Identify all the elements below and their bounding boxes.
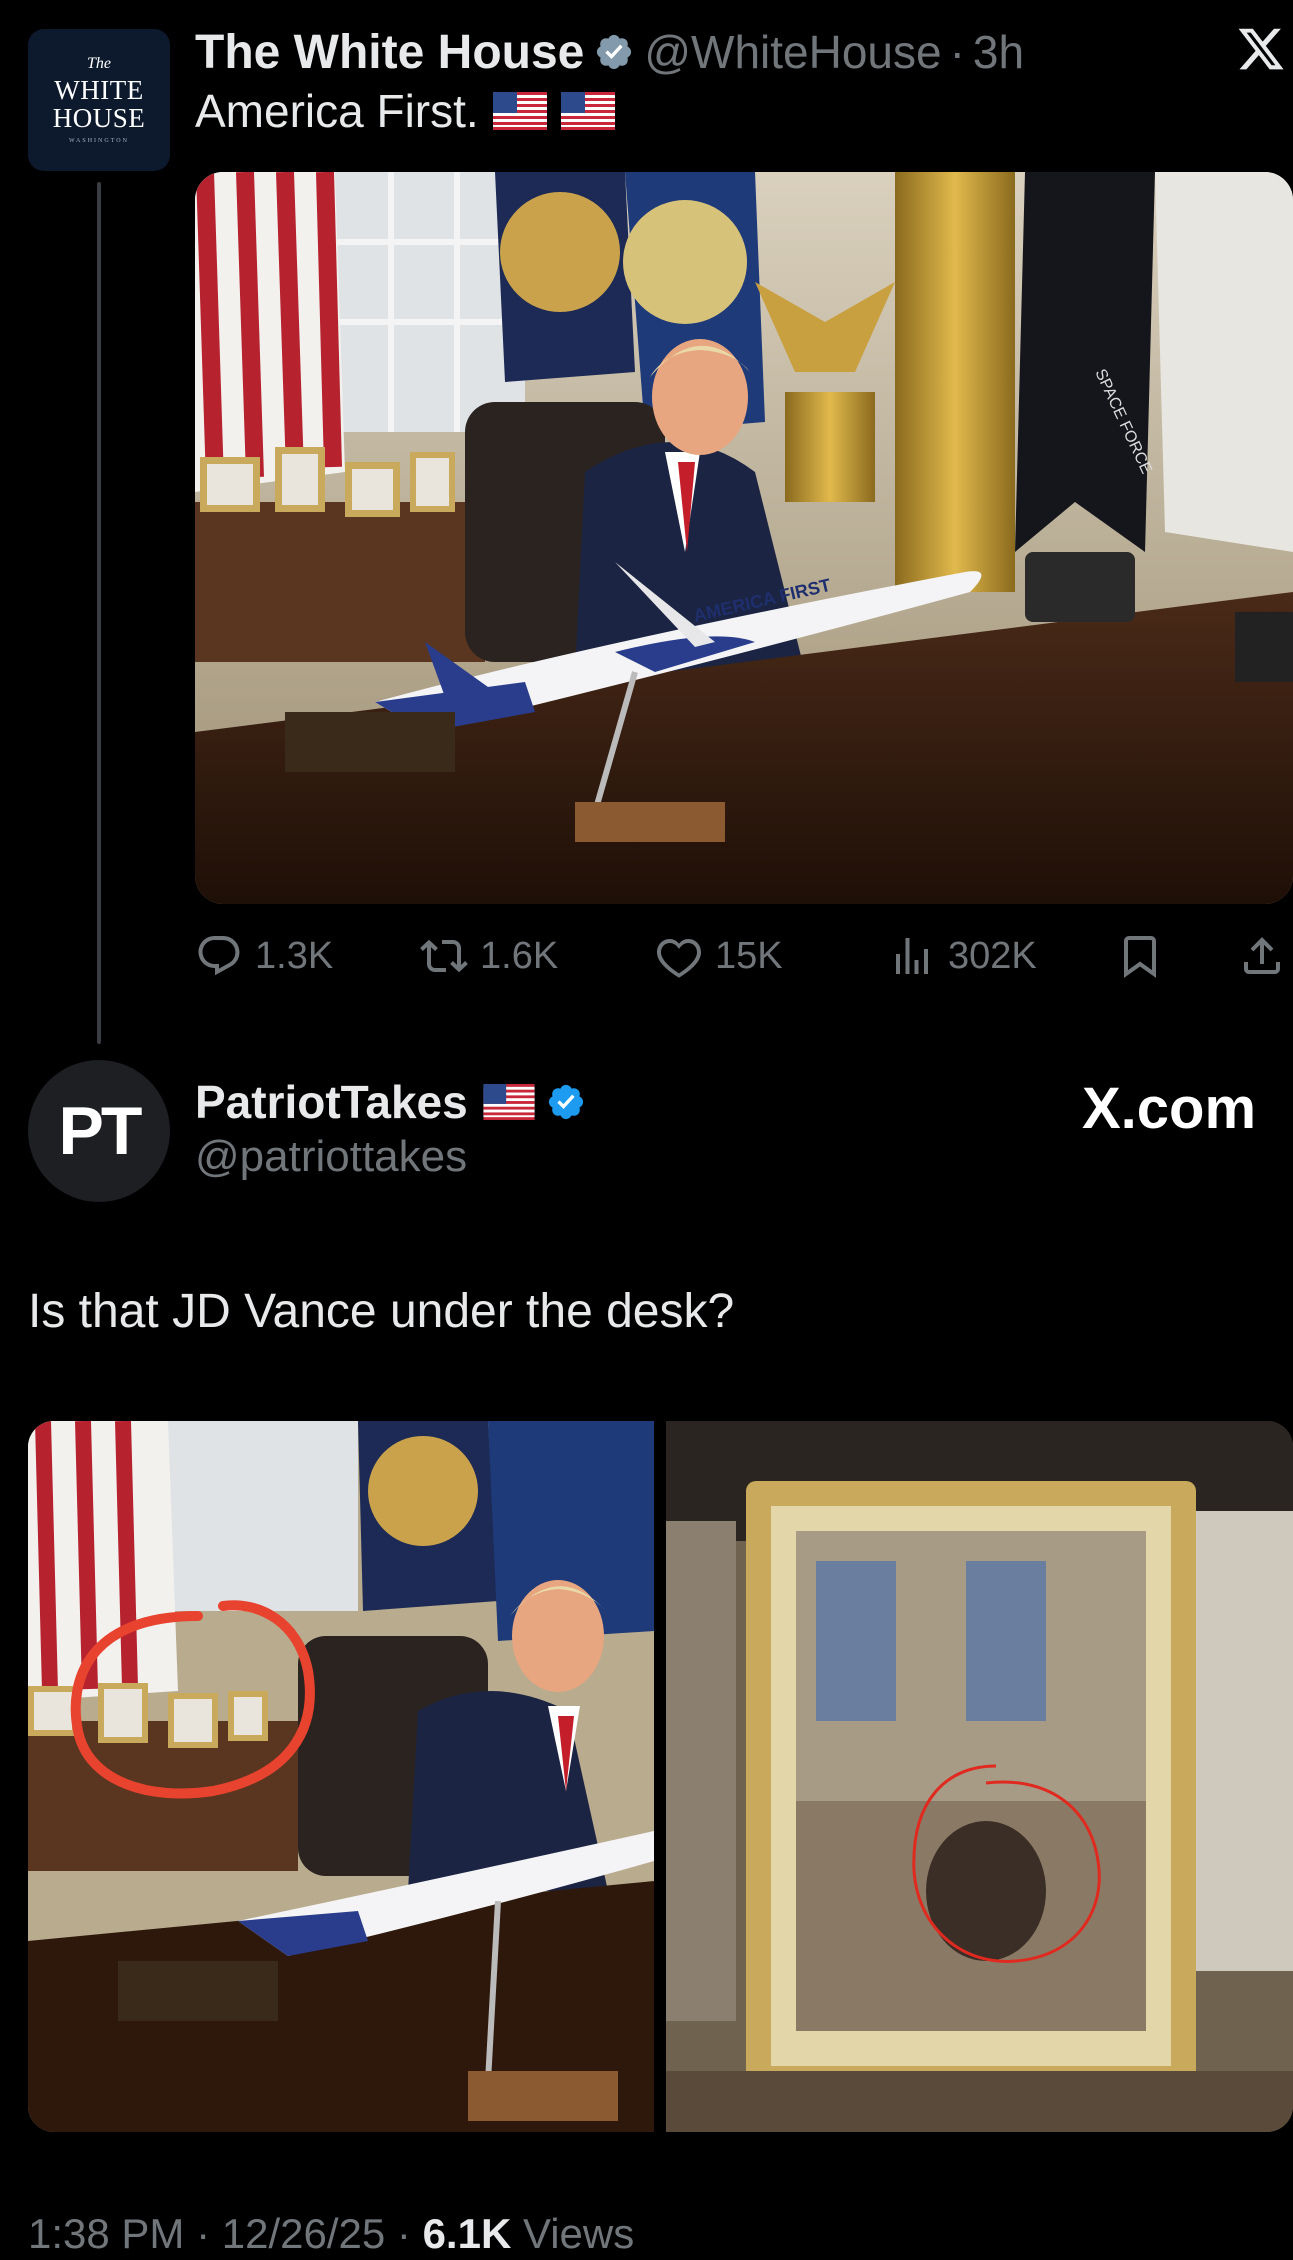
x-logo-icon[interactable] <box>1236 24 1286 74</box>
share-button[interactable] <box>1238 928 1286 984</box>
timestamp[interactable]: 3h <box>973 25 1024 79</box>
views-count: 302K <box>948 934 1037 977</box>
avatar-logo-text: WHITE <box>54 74 144 105</box>
bookmark-button[interactable] <box>1116 928 1164 984</box>
like-count: 15K <box>715 934 783 977</box>
separator-dot: · <box>196 2210 222 2257</box>
handle[interactable]: @patriottakes <box>195 1132 467 1182</box>
annotated-photo-left[interactable] <box>28 1421 654 2132</box>
heart-icon <box>657 938 701 978</box>
bookmark-icon <box>1124 936 1156 978</box>
x-com-watermark: X.com <box>1082 1076 1257 1141</box>
views-count[interactable]: 6.1K <box>423 2210 512 2257</box>
repost-count: 1.6K <box>480 934 559 977</box>
reply-icon <box>198 936 240 976</box>
verified-badge-icon <box>548 1084 583 1120</box>
oval-office-photo[interactable]: SPACE FORCE AMERICA FIRST <box>195 172 1293 904</box>
us-flag-icon <box>560 92 615 130</box>
main-tweet-header: PatriotTakes <box>195 1072 586 1132</box>
tweet-text: Is that JD Vance under the desk? <box>28 1285 735 1338</box>
tweet-meta: 1:38 PM · 12/26/25 · 6.1K Views <box>28 2210 634 2258</box>
quoted-tweet-text: America First. <box>195 84 615 138</box>
verified-badge-icon <box>597 34 632 70</box>
repost-icon <box>420 939 468 973</box>
display-name[interactable]: The White House <box>195 25 584 80</box>
repost-button[interactable]: 1.6K <box>420 928 558 984</box>
reply-count: 1.3K <box>255 934 334 977</box>
us-flag-icon <box>492 92 547 130</box>
separator-dot: · <box>949 26 965 78</box>
separator-dot: · <box>396 2210 423 2257</box>
patriottakes-avatar[interactable]: PT <box>28 1060 170 1202</box>
tweet-text: America First. <box>195 85 479 137</box>
avatar-logo-text: HOUSE <box>52 103 146 133</box>
share-icon <box>1244 937 1280 974</box>
views-chart-icon <box>896 938 928 974</box>
handle[interactable]: @WhiteHouse <box>644 25 941 79</box>
us-flag-icon <box>483 1084 535 1120</box>
like-button[interactable]: 15K <box>655 928 783 984</box>
display-name[interactable]: PatriotTakes <box>195 1075 468 1129</box>
avatar-logo-text: WASHINGTON <box>69 138 129 145</box>
annotated-photo-right[interactable] <box>666 1421 1293 2132</box>
tweet-date[interactable]: 12/26/25 <box>222 2210 386 2257</box>
tweet-time[interactable]: 1:38 PM <box>28 2210 184 2257</box>
quoted-tweet-header: The White House @WhiteHouse · 3h <box>195 22 1024 82</box>
views-label: Views <box>522 2210 635 2257</box>
thread-connector-line <box>97 182 101 1044</box>
reply-button[interactable]: 1.3K <box>195 928 333 984</box>
views-button[interactable]: 302K <box>888 928 1037 984</box>
avatar-logo-text: The <box>87 54 111 72</box>
white-house-avatar[interactable]: The WHITE HOUSE WASHINGTON <box>28 29 170 171</box>
